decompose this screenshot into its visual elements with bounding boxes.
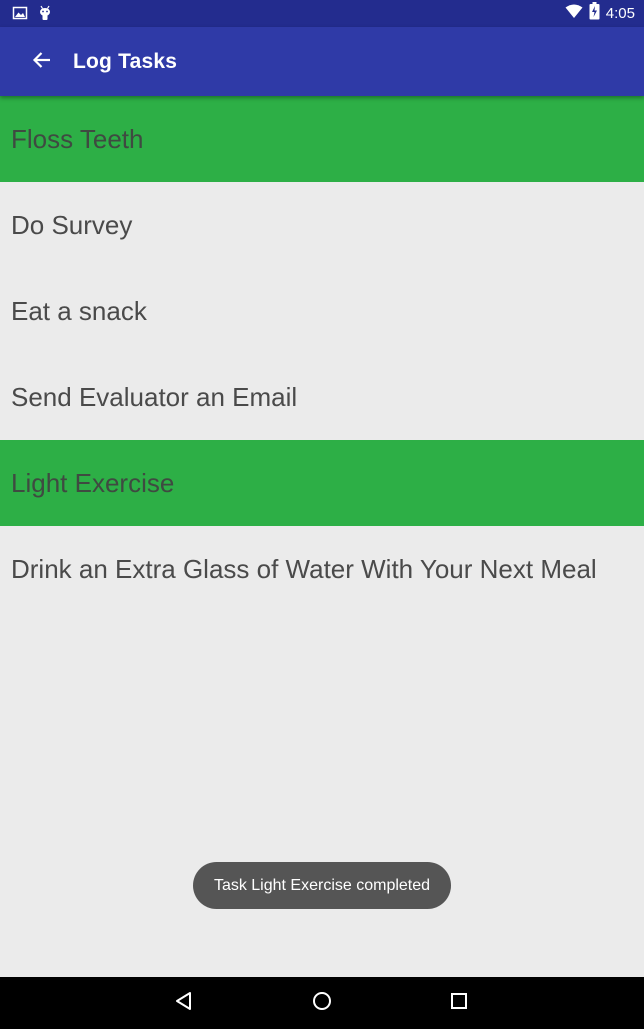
nav-recents-button[interactable] (439, 983, 479, 1023)
recents-square-icon (450, 992, 468, 1015)
task-item-do-survey[interactable]: Do Survey (0, 182, 644, 268)
home-circle-icon (312, 991, 332, 1016)
task-item-floss-teeth[interactable]: Floss Teeth (0, 96, 644, 182)
page-title: Log Tasks (73, 50, 178, 73)
status-bar: 4:05 (0, 0, 644, 27)
task-item-drink-water[interactable]: Drink an Extra Glass of Water With Your … (0, 526, 644, 612)
arrow-back-icon (32, 50, 52, 75)
image-notification-icon (12, 5, 28, 21)
navigation-bar (0, 977, 644, 1029)
app-bar: Log Tasks (0, 27, 644, 96)
back-button[interactable] (22, 42, 62, 82)
nav-home-button[interactable] (302, 983, 342, 1023)
android-debug-icon (37, 5, 53, 21)
wifi-icon (565, 4, 583, 24)
nav-back-button[interactable] (164, 983, 204, 1023)
task-item-light-exercise[interactable]: Light Exercise (0, 440, 644, 526)
task-item-eat-a-snack[interactable]: Eat a snack (0, 268, 644, 354)
task-item-send-evaluator-email[interactable]: Send Evaluator an Email (0, 354, 644, 440)
toast-message: Task Light Exercise completed (193, 862, 451, 909)
task-list: Floss Teeth Do Survey Eat a snack Send E… (0, 96, 644, 612)
status-time: 4:05 (605, 5, 635, 22)
battery-charging-icon (589, 2, 600, 25)
back-triangle-icon (174, 991, 194, 1016)
